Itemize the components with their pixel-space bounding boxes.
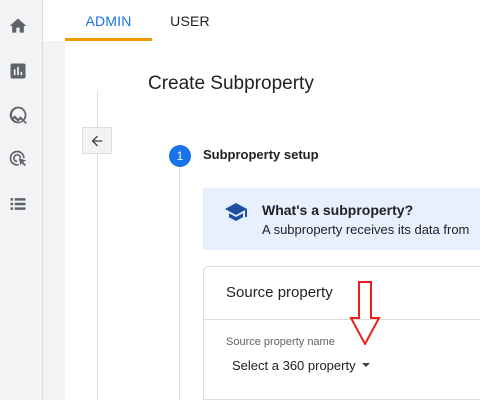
- school-icon: [224, 200, 248, 224]
- red-arrow-down: [349, 281, 381, 345]
- step-number-badge: 1: [169, 145, 191, 167]
- app-window: ADMIN USER Create Subproperty 1 Subprope…: [0, 0, 480, 400]
- main-content: Create Subproperty 1 Subproperty setup W…: [65, 41, 480, 400]
- caret-down-icon: [361, 363, 370, 367]
- source-property-card: Source property Source property name Sel…: [203, 266, 480, 400]
- configure-icon[interactable]: [6, 192, 30, 216]
- tab-bar: ADMIN USER: [43, 0, 480, 41]
- advertising-icon[interactable]: [6, 147, 30, 171]
- card-header: Source property: [226, 284, 333, 301]
- tab-admin[interactable]: ADMIN: [65, 0, 152, 41]
- arrow-back-icon: [91, 135, 103, 146]
- left-nav-rail: [0, 0, 43, 400]
- step-label[interactable]: Subproperty setup: [203, 147, 319, 162]
- tab-user[interactable]: USER: [152, 0, 228, 41]
- source-property-label: Source property name: [226, 336, 335, 348]
- info-title: What's a subproperty?: [262, 202, 414, 218]
- page-title: Create Subproperty: [148, 73, 314, 94]
- info-banner: What's a subproperty? A subproperty rece…: [203, 188, 480, 250]
- info-text: A subproperty receives its data from: [262, 222, 470, 237]
- card-divider: [204, 319, 480, 320]
- home-icon[interactable]: [6, 14, 30, 38]
- select-value: Select a 360 property: [232, 357, 356, 373]
- explore-icon[interactable]: [6, 103, 30, 127]
- back-button[interactable]: [82, 127, 112, 154]
- source-property-select[interactable]: Select a 360 property: [232, 355, 370, 375]
- step-timeline-line: [179, 167, 180, 400]
- reports-icon[interactable]: [6, 59, 30, 83]
